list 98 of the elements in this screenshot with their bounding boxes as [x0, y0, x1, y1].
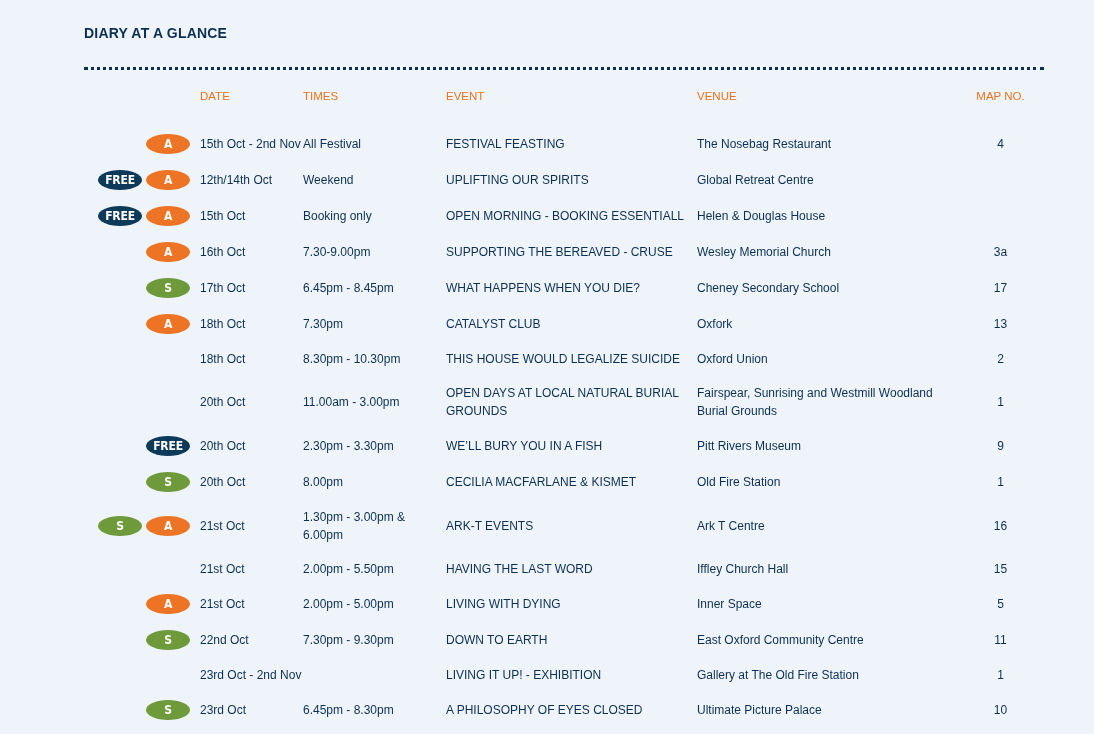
event-venue: Ultimate Picture Palace — [697, 702, 822, 719]
event-times: 7.30-9.00pm — [303, 244, 371, 261]
event-date: 15th Oct - 2nd Nov — [200, 136, 301, 153]
category-badge: FREE — [98, 206, 142, 226]
event-name: THIS HOUSE WOULD LEGALIZE SUICIDE — [446, 351, 681, 368]
event-times: 2.00pm - 5.00pm — [303, 596, 394, 613]
category-badge: A — [146, 242, 190, 262]
category-badge: A — [146, 206, 190, 226]
event-venue: Cheney Secondary School — [697, 280, 840, 297]
event-venue: Oxfork — [697, 316, 733, 333]
event-times: Booking only — [303, 208, 372, 225]
event-date: 20th Oct — [200, 438, 246, 455]
event-name: WHAT HAPPENS WHEN YOU DIE? — [446, 280, 641, 297]
column-header: EVENT — [446, 90, 485, 102]
event-venue: East Oxford Community Centre — [697, 632, 864, 649]
event-date: 20th Oct — [200, 474, 246, 491]
event-times: 7.30pm — [303, 316, 344, 333]
event-name: A PHILOSOPHY OF EYES CLOSED — [446, 702, 643, 719]
event-date: 18th Oct — [200, 316, 246, 333]
event-date: 21st Oct — [200, 518, 245, 535]
event-times: 6.45pm - 8.30pm — [303, 702, 394, 719]
event-name: SUPPORTING THE BEREAVED - CRUSE — [446, 244, 673, 261]
map-number: 16 — [993, 518, 1008, 535]
category-badge: A — [146, 314, 190, 334]
category-badge: A — [146, 170, 190, 190]
event-name: ARK-T EVENTS — [446, 518, 534, 535]
event-name: CATALYST CLUB — [446, 316, 541, 333]
event-name: UPLIFTING OUR SPIRITS — [446, 172, 589, 189]
event-date: 17th Oct — [200, 280, 246, 297]
event-times: Weekend — [303, 172, 354, 189]
map-number: 9 — [997, 438, 1004, 455]
map-number: 5 — [997, 596, 1004, 613]
column-header: VENUE — [697, 90, 737, 102]
event-times: All Festival — [303, 136, 361, 153]
category-badge: FREE — [98, 170, 142, 190]
event-date: 12th/14th Oct — [200, 172, 273, 189]
event-name: LIVING IT UP! - EXHIBITION — [446, 667, 602, 684]
category-badge: S — [146, 278, 190, 298]
category-badge: S — [146, 472, 190, 492]
event-venue: Ark T Centre — [697, 518, 765, 535]
event-venue: The Nosebag Restaurant — [697, 136, 832, 153]
event-date: 23rd Oct - 2nd Nov — [200, 667, 302, 684]
event-date: 22nd Oct — [200, 632, 249, 649]
category-badge: S — [98, 516, 142, 536]
event-name: FESTIVAL FEASTING — [446, 136, 565, 153]
event-name: OPEN MORNING - BOOKING ESSENTIALL — [446, 208, 685, 225]
event-date: 21st Oct — [200, 596, 245, 613]
event-venue: Old Fire Station — [697, 474, 781, 491]
event-venue: Wesley Memorial Church — [697, 244, 831, 261]
category-badge: A — [146, 516, 190, 536]
category-badge: A — [146, 134, 190, 154]
map-number: 11 — [994, 632, 1007, 649]
map-number: 1 — [997, 394, 1004, 411]
event-venue: Gallery at The Old Fire Station — [697, 667, 859, 684]
page-title: DIARY AT A GLANCE — [84, 25, 228, 41]
event-name: OPEN DAYS AT LOCAL NATURAL BURIAL GROUNDS — [446, 385, 680, 420]
category-badge: S — [146, 630, 190, 650]
event-times: 1.30pm - 3.00pm & 6.00pm — [303, 509, 407, 544]
event-venue: Global Retreat Centre — [697, 172, 814, 189]
map-number: 4 — [997, 136, 1004, 153]
event-venue: Iffley Church Hall — [697, 561, 789, 578]
map-number: 13 — [993, 316, 1008, 333]
event-times: 7.30pm - 9.30pm — [303, 632, 394, 649]
column-header: MAP NO. — [976, 90, 1025, 102]
category-badge: A — [146, 594, 190, 614]
event-times: 8.00pm — [303, 474, 344, 491]
map-number: 17 — [993, 280, 1008, 297]
event-name: DOWN TO EARTH — [446, 632, 548, 649]
event-date: 23rd Oct — [200, 702, 247, 719]
event-name: HAVING THE LAST WORD — [446, 561, 593, 578]
event-times: 2.30pm - 3.30pm — [303, 438, 394, 455]
event-date: 16th Oct — [200, 244, 246, 261]
event-name: LIVING WITH DYING — [446, 596, 561, 613]
event-times: 2.00pm - 5.50pm — [303, 561, 394, 578]
map-number: 1 — [997, 667, 1004, 684]
event-venue: Inner Space — [697, 596, 762, 613]
event-times: 11.00am - 3.00pm — [303, 394, 400, 411]
event-venue: Fairspear, Sunrising and Westmill Woodland Burial Grounds — [697, 385, 934, 420]
event-venue: Pitt Rivers Museum — [697, 438, 802, 455]
event-name: WE’LL BURY YOU IN A FISH — [446, 438, 603, 455]
event-date: 18th Oct — [200, 351, 246, 368]
event-venue: Oxford Union — [697, 351, 768, 368]
event-date: 20th Oct — [200, 394, 246, 411]
map-number: 3a — [993, 244, 1008, 261]
map-number: 1 — [997, 474, 1004, 491]
map-number: 15 — [993, 561, 1008, 578]
map-number: 2 — [997, 351, 1004, 368]
category-badge: FREE — [146, 436, 190, 456]
event-date: 21st Oct — [200, 561, 245, 578]
column-header: TIMES — [303, 90, 339, 102]
event-times: 8.30pm - 10.30pm — [303, 351, 401, 368]
event-times: 6.45pm - 8.45pm — [303, 280, 394, 297]
event-date: 15th Oct — [200, 208, 246, 225]
event-name: CECILIA MACFARLANE & KISMET — [446, 474, 637, 491]
category-badge: S — [146, 700, 190, 720]
map-number: 10 — [993, 702, 1008, 719]
event-venue: Helen & Douglas House — [697, 208, 826, 225]
column-header: DATE — [200, 90, 230, 102]
